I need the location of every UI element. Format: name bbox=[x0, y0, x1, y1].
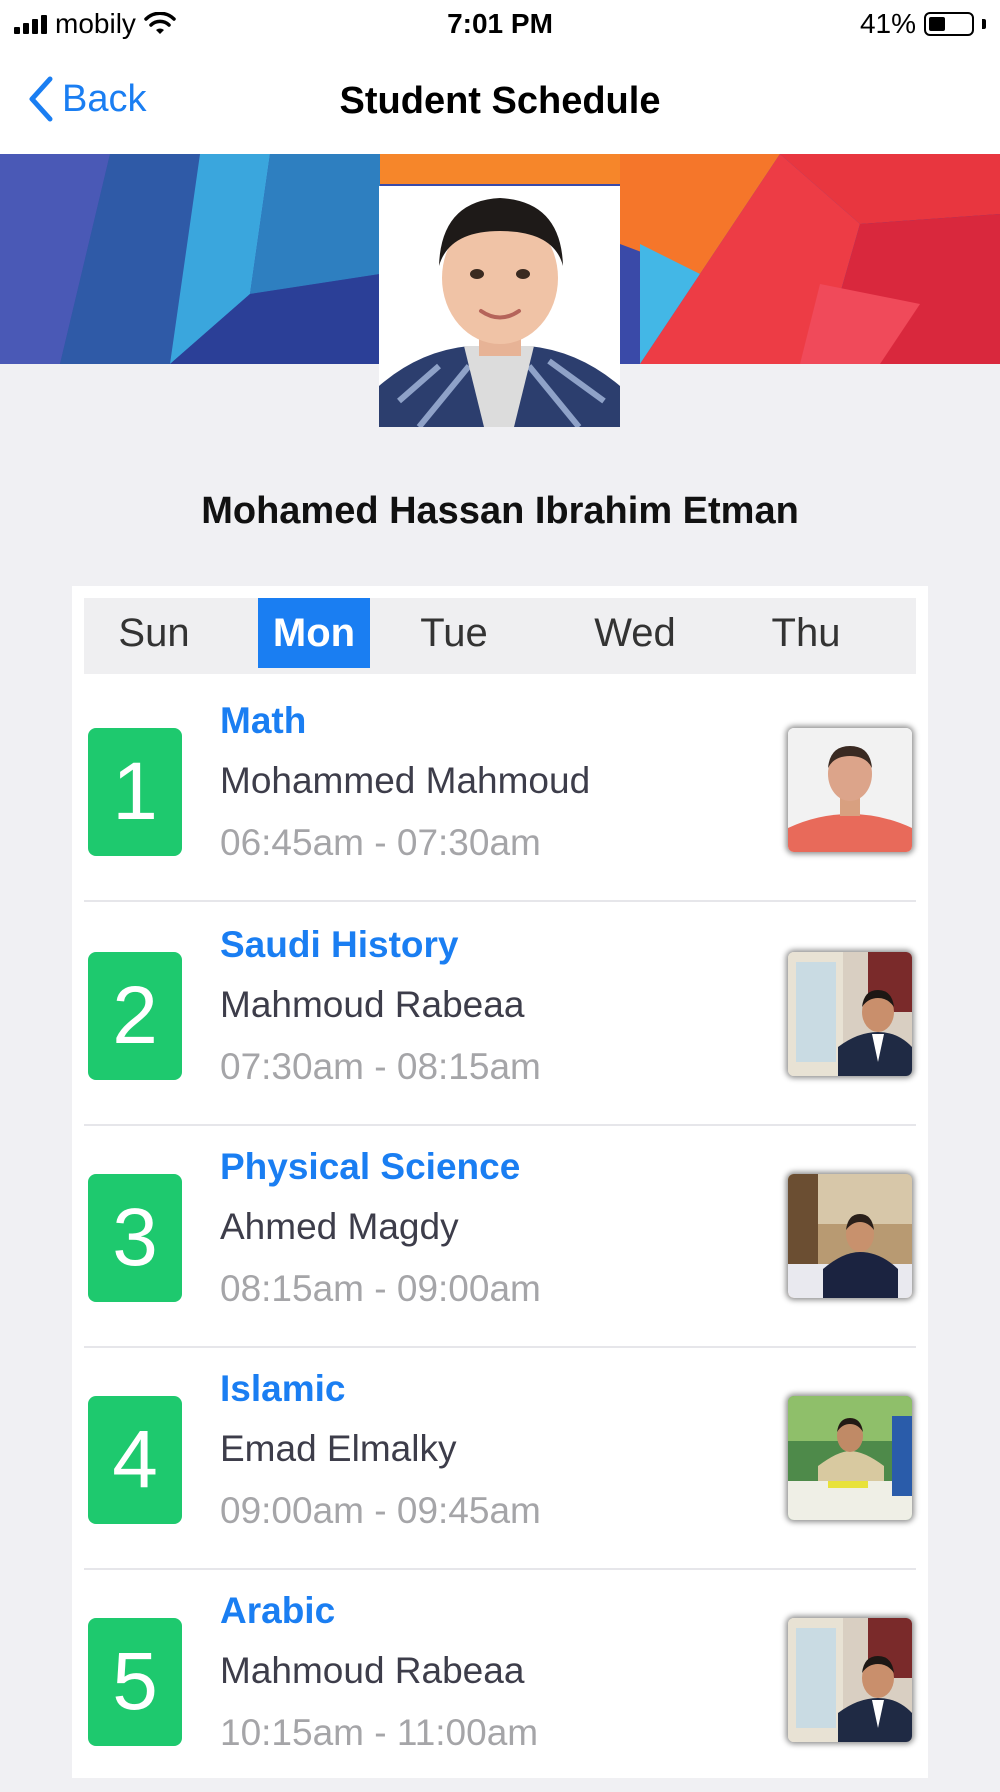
day-tabs: Sun Mon Tue Wed Thu bbox=[84, 598, 916, 674]
schedule-card: Sun Mon Tue Wed Thu 1 Math Mohammed Mahm… bbox=[72, 586, 928, 1778]
lesson-time: 06:45am - 07:30am bbox=[220, 822, 541, 863]
tab-tue[interactable]: Tue bbox=[400, 598, 508, 668]
tab-mon[interactable]: Mon bbox=[258, 598, 370, 668]
teacher-name: Emad Elmalky bbox=[220, 1428, 457, 1469]
lesson-row[interactable]: 3 Physical Science Ahmed Magdy 08:15am -… bbox=[84, 1126, 916, 1348]
period-number-badge: 3 bbox=[88, 1174, 182, 1302]
lesson-row[interactable]: 2 Saudi History Mahmoud Rabeaa 07:30am -… bbox=[84, 904, 916, 1126]
battery-tip bbox=[982, 19, 986, 29]
tab-wed[interactable]: Wed bbox=[580, 598, 690, 668]
lesson-time: 10:15am - 11:00am bbox=[220, 1712, 539, 1753]
teacher-name: Mohammed Mahmoud bbox=[220, 760, 591, 801]
student-name: Mohamed Hassan Ibrahim Etman bbox=[201, 490, 799, 532]
period-number-badge: 1 bbox=[88, 728, 182, 856]
teacher-name: Mahmoud Rabeaa bbox=[220, 984, 525, 1025]
lesson-time: 09:00am - 09:45am bbox=[220, 1490, 541, 1531]
teacher-name: Ahmed Magdy bbox=[220, 1206, 459, 1247]
tab-thu[interactable]: Thu bbox=[756, 598, 856, 668]
subject-name: Physical Science bbox=[220, 1146, 521, 1187]
status-right: 41% bbox=[860, 8, 986, 40]
status-time: 7:01 PM bbox=[447, 8, 553, 39]
row-divider bbox=[84, 900, 916, 902]
teacher-name: Mahmoud Rabeaa bbox=[220, 1650, 525, 1691]
teacher-photo[interactable] bbox=[788, 728, 912, 852]
subject-name: Islamic bbox=[220, 1368, 346, 1409]
period-number-badge: 4 bbox=[88, 1396, 182, 1524]
battery-percent: 41% bbox=[859, 8, 916, 39]
teacher-photo[interactable] bbox=[788, 1396, 912, 1520]
subject-name: Math bbox=[220, 700, 307, 741]
lesson-time: 07:30am - 08:15am bbox=[220, 1046, 541, 1087]
battery-icon bbox=[924, 12, 974, 36]
lesson-row[interactable]: 4 Islamic Emad Elmalky 09:00am - 09:45am bbox=[84, 1348, 916, 1570]
status-bar: mobily 7:01 PM 41% bbox=[0, 0, 1000, 52]
nav-bar: Back Student Schedule bbox=[0, 52, 1000, 154]
battery-fill bbox=[929, 17, 945, 31]
teacher-photo[interactable] bbox=[788, 952, 912, 1076]
lesson-row[interactable]: 1 Math Mohammed Mahmoud 06:45am - 07:30a… bbox=[84, 680, 916, 902]
page-title: Student Schedule bbox=[339, 80, 661, 122]
teacher-photo[interactable] bbox=[788, 1618, 912, 1742]
period-number-badge: 2 bbox=[88, 952, 182, 1080]
lesson-row[interactable]: 5 Arabic Mahmoud Rabeaa 10:15am - 11:00a… bbox=[84, 1570, 916, 1792]
period-number-badge: 5 bbox=[88, 1618, 182, 1746]
student-photo bbox=[379, 186, 620, 429]
teacher-photo[interactable] bbox=[788, 1174, 912, 1298]
subject-name: Saudi History bbox=[220, 924, 459, 965]
tab-sun[interactable]: Sun bbox=[104, 598, 204, 668]
subject-name: Arabic bbox=[220, 1590, 336, 1631]
lesson-time: 08:15am - 09:00am bbox=[220, 1268, 541, 1309]
